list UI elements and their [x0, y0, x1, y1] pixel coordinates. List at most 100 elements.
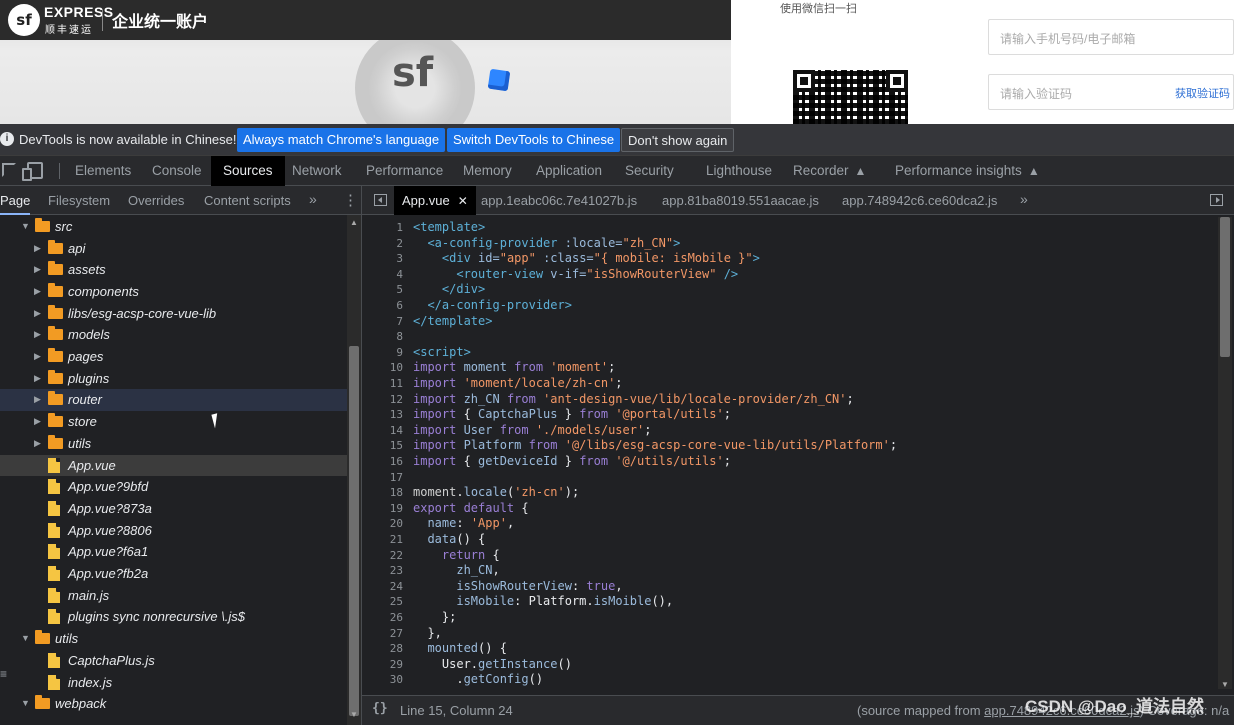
line-number[interactable]: 29 — [362, 657, 403, 673]
nav-tab-page[interactable]: Page — [0, 186, 30, 215]
inspect-element-icon[interactable] — [2, 163, 16, 177]
tree-item-file[interactable]: plugins sync nonrecursive \.js$ — [0, 606, 347, 628]
tab-security[interactable]: Security — [613, 156, 686, 186]
tree-item-folder[interactable]: ▶ pages — [0, 346, 347, 368]
line-number[interactable]: 10 — [362, 360, 403, 376]
tab-performance-insights[interactable]: Performance insights ▲ — [883, 156, 1052, 186]
editor-tab-app-vue[interactable]: App.vue ✕ — [394, 186, 476, 215]
tree-item-file[interactable]: App.vue?8806 — [0, 520, 347, 542]
tree-item-file[interactable]: App.vue — [0, 454, 347, 477]
tab-console[interactable]: Console — [140, 156, 214, 186]
nav-tab-overrides[interactable]: Overrides — [128, 186, 184, 215]
tree-item-folder[interactable]: ▶ api — [0, 238, 347, 260]
editor-tab-file[interactable]: app.1eabc06c.7e41027b.js — [473, 186, 645, 215]
drag-handle-icon[interactable]: ≡ — [0, 667, 7, 681]
tree-item-folder[interactable]: ▶ plugins — [0, 368, 347, 390]
line-number[interactable]: 22 — [362, 548, 403, 564]
sf-logo[interactable]: sf — [8, 4, 40, 36]
code-area[interactable]: 1 <template> 2 <a-config-provider :locale=… — [362, 217, 1220, 689]
scroll-down-arrow-icon[interactable]: ▼ — [350, 710, 358, 719]
line-number[interactable]: 11 — [362, 376, 403, 392]
tree-item-folder[interactable]: ▶ router — [0, 389, 347, 412]
tree-item-file[interactable]: CaptchaPlus.js — [0, 650, 347, 672]
line-number[interactable]: 19 — [362, 501, 403, 517]
line-number[interactable]: 30 — [362, 672, 403, 688]
line-number[interactable]: 13 — [362, 407, 403, 423]
editor-scrollbar-thumb[interactable] — [1220, 217, 1230, 357]
tree-item-file[interactable]: App.vue?9bfd — [0, 476, 347, 498]
line-number[interactable]: 18 — [362, 485, 403, 501]
switch-to-chinese-button[interactable]: Switch DevTools to Chinese — [447, 128, 621, 152]
device-toolbar-icon[interactable] — [22, 162, 43, 181]
dont-show-again-button[interactable]: Don't show again — [621, 128, 735, 152]
line-number[interactable]: 26 — [362, 610, 403, 626]
tree-item-file[interactable]: main.js — [0, 585, 347, 607]
qr-code — [793, 70, 908, 124]
always-match-language-button[interactable]: Always match Chrome's language — [237, 128, 446, 152]
close-tab-icon[interactable]: ✕ — [458, 194, 468, 208]
toggle-navigator-icon[interactable] — [374, 194, 387, 206]
line-number[interactable]: 2 — [362, 236, 403, 252]
line-number[interactable]: 15 — [362, 438, 403, 454]
line-number[interactable]: 3 — [362, 251, 403, 267]
tree-item-file[interactable]: App.vue?873a — [0, 498, 347, 520]
tree-item-folder[interactable]: ▶ store — [0, 411, 347, 433]
line-number[interactable]: 7 — [362, 314, 403, 330]
tree-item-folder[interactable]: ▼ webpack — [0, 693, 347, 715]
scroll-up-arrow-icon[interactable]: ▲ — [350, 218, 358, 227]
editor-tab-file[interactable]: app.81ba8019.551aacae.js — [654, 186, 827, 215]
phone-email-input[interactable]: 请输入手机号码/电子邮箱 — [988, 19, 1234, 55]
editor-tab-file[interactable]: app.748942c6.ce60dca2.js — [834, 186, 1005, 215]
tree-item-folder[interactable]: ▶ components — [0, 281, 347, 303]
code-text: }; — [413, 610, 457, 624]
line-number[interactable]: 16 — [362, 454, 403, 470]
navigator-scrollbar-thumb[interactable] — [349, 346, 359, 716]
nav-tab-filesystem[interactable]: Filesystem — [48, 186, 110, 215]
tab-memory[interactable]: Memory — [451, 156, 524, 186]
line-number[interactable]: 27 — [362, 626, 403, 642]
line-number[interactable]: 21 — [362, 532, 403, 548]
line-number[interactable]: 14 — [362, 423, 403, 439]
tab-network[interactable]: Network — [280, 156, 354, 186]
line-number[interactable]: 23 — [362, 563, 403, 579]
more-tabs-chevron-icon[interactable]: » — [1020, 191, 1028, 207]
line-number[interactable]: 28 — [362, 641, 403, 657]
line-number[interactable]: 24 — [362, 579, 403, 595]
tree-item-folder[interactable]: ▶ assets — [0, 259, 347, 281]
line-number[interactable]: 1 — [362, 220, 403, 236]
tab-application[interactable]: Application — [524, 156, 614, 186]
tree-item-folder[interactable]: ▶ models — [0, 324, 347, 346]
tree-item-folder[interactable]: ▶ libs/esg-acsp-core-vue-lib — [0, 303, 347, 325]
more-tabs-chevron-icon[interactable]: » — [309, 191, 317, 207]
tree-item-folder[interactable]: ▶ utils — [0, 433, 347, 455]
pretty-print-button[interactable]: {} — [372, 701, 388, 716]
tab-sources[interactable]: Sources — [211, 156, 285, 186]
tab-lighthouse[interactable]: Lighthouse — [694, 156, 784, 186]
tab-elements[interactable]: Elements — [63, 156, 143, 186]
tab-recorder[interactable]: Recorder ▲ — [781, 156, 878, 186]
code-text: zh_CN, — [456, 563, 500, 578]
scroll-down-arrow-icon[interactable]: ▼ — [1221, 680, 1229, 689]
get-code-button[interactable]: 获取验证码 — [1175, 85, 1230, 101]
line-number[interactable]: 31 — [362, 688, 403, 689]
tree-item-file[interactable]: index.js — [0, 672, 347, 694]
line-number[interactable]: 8 — [362, 329, 403, 345]
tree-item-file[interactable]: App.vue?f6a1 — [0, 541, 347, 563]
navigator-menu-icon[interactable]: ⋮ — [343, 191, 358, 209]
line-number[interactable]: 17 — [362, 470, 403, 486]
tab-performance[interactable]: Performance — [354, 156, 455, 186]
line-number[interactable]: 6 — [362, 298, 403, 314]
line-number[interactable]: 9 — [362, 345, 403, 361]
line-number[interactable]: 20 — [362, 516, 403, 532]
qr-eye-icon — [886, 70, 908, 92]
line-number[interactable]: 4 — [362, 267, 403, 283]
line-number[interactable]: 5 — [362, 282, 403, 298]
nav-tab-content-scripts[interactable]: Content scripts — [204, 186, 291, 215]
tree-item-label: src — [55, 218, 73, 234]
line-number[interactable]: 12 — [362, 392, 403, 408]
tree-item-folder[interactable]: ▼ utils — [0, 628, 347, 650]
toggle-debugger-icon[interactable] — [1210, 194, 1223, 206]
tree-item-folder[interactable]: ▼ src — [0, 216, 347, 238]
tree-item-file[interactable]: App.vue?fb2a — [0, 563, 347, 585]
line-number[interactable]: 25 — [362, 594, 403, 610]
